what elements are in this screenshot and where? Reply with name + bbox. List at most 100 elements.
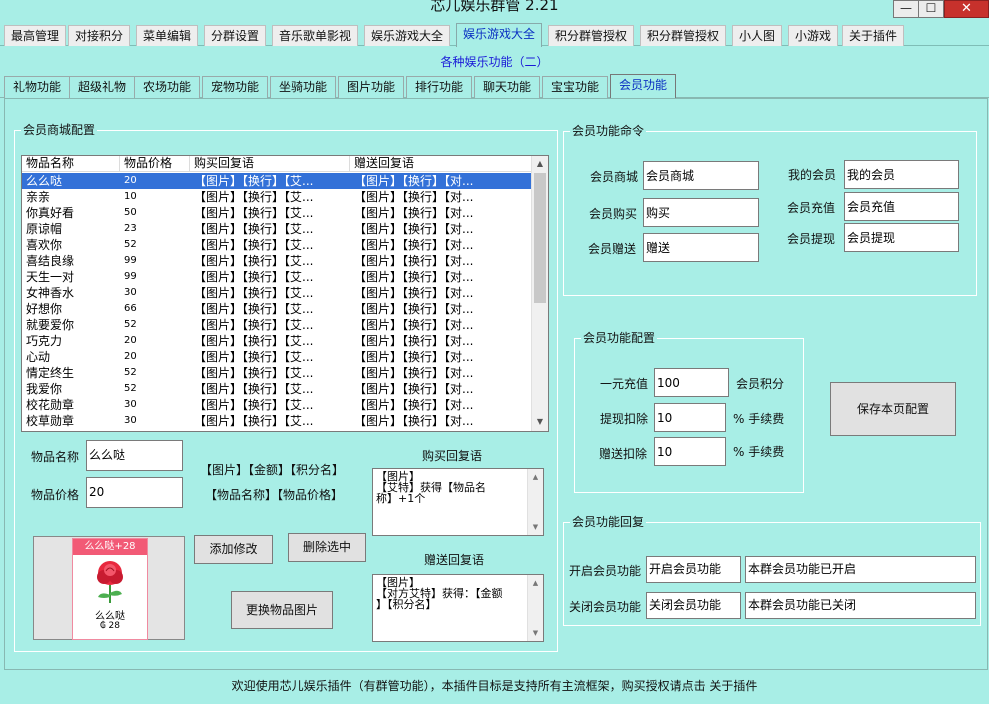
subtab-mount[interactable]: 坐骑功能 [270, 76, 337, 98]
tab-menu-edit[interactable]: 菜单编辑 [136, 25, 199, 46]
table-row[interactable]: 天生一对 99 【图片】【换行】【艾... 【图片】【换行】【对... [22, 269, 532, 285]
minimize-button[interactable]: — [893, 0, 919, 18]
cell-buy-reply: 【图片】【换行】【艾... [194, 398, 314, 412]
cell-item-price: 23 [124, 223, 137, 234]
tab-figure-image[interactable]: 小人图 [732, 25, 783, 46]
subtab-member[interactable]: 会员功能 [610, 74, 677, 98]
cell-buy-reply: 【图片】【换行】【艾... [194, 238, 314, 252]
buy-reply-memo[interactable]: 【图片】 【艾特】获得【物品名 称】+1个 ▲ ▼ [372, 468, 544, 536]
memo-down-icon[interactable]: ▼ [528, 520, 543, 534]
change-image-button[interactable]: 更换物品图片 [231, 591, 333, 629]
maximize-button[interactable]: ☐ [918, 0, 944, 18]
item-list[interactable]: 物品名称 物品价格 购买回复语 赠送回复语 么么哒 20 【图片】【换行】【艾...… [21, 155, 549, 432]
table-row[interactable]: 喜欢你 52 【图片】【换行】【艾... 【图片】【换行】【对... [22, 237, 532, 253]
table-row[interactable]: 亲亲 10 【图片】【换行】【艾... 【图片】【换行】【对... [22, 189, 532, 205]
gift-fee-input[interactable]: 10 [654, 437, 726, 466]
buy-reply-line: 称】+1个 [376, 492, 426, 505]
subtab-gift[interactable]: 礼物功能 [4, 76, 71, 98]
cell-buy-reply: 【图片】【换行】【艾... [194, 206, 314, 220]
subtab-ranking[interactable]: 排行功能 [406, 76, 473, 98]
buy-reply-scrollbar[interactable]: ▲ ▼ [527, 469, 543, 535]
scroll-thumb[interactable] [534, 173, 546, 303]
table-row[interactable]: 你真好看 50 【图片】【换行】【艾... 【图片】【换行】【对... [22, 205, 532, 221]
cmd-buy-input[interactable]: 购买 [643, 198, 759, 227]
table-row[interactable]: 情定终生 52 【图片】【换行】【艾... 【图片】【换行】【对... [22, 365, 532, 381]
subtab-chat[interactable]: 聊天功能 [474, 76, 541, 98]
cell-item-price: 20 [124, 175, 137, 186]
cmd-recharge-input[interactable]: 会员充值 [844, 192, 959, 221]
table-row[interactable]: 原谅帽 23 【图片】【换行】【艾... 【图片】【换行】【对... [22, 221, 532, 237]
table-row[interactable]: 好想你 66 【图片】【换行】【艾... 【图片】【换行】【对... [22, 301, 532, 317]
col-item-name[interactable]: 物品名称 [22, 156, 120, 172]
cell-gift-reply: 【图片】【换行】【对... [354, 366, 474, 380]
table-row[interactable]: 喜结良缘 99 【图片】【换行】【艾... 【图片】【换行】【对... [22, 253, 532, 269]
withdraw-fee-input[interactable]: 10 [654, 403, 726, 432]
col-gift-reply[interactable]: 赠送回复语 [350, 156, 532, 172]
cell-item-price: 52 [124, 319, 137, 330]
cell-gift-reply: 【图片】【换行】【对... [354, 206, 474, 220]
table-row[interactable]: 校草勋章 30 【图片】【换行】【艾... 【图片】【换行】【对... [22, 413, 532, 429]
table-row[interactable]: 女神香水 30 【图片】【换行】【艾... 【图片】【换行】【对... [22, 285, 532, 301]
item-card-price: ₲ 28 [99, 621, 121, 631]
gift-fee-label: 赠送扣除 [599, 447, 648, 461]
subtab-baby[interactable]: 宝宝功能 [542, 76, 609, 98]
item-card: 么么哒+28 么么哒 ₲ 28 [72, 538, 148, 640]
table-row[interactable]: 么么哒 20 【图片】【换行】【艾... 【图片】【换行】【对... [22, 173, 532, 189]
subtab-image[interactable]: 图片功能 [338, 76, 405, 98]
cell-gift-reply: 【图片】【换行】【对... [354, 174, 474, 188]
save-config-button[interactable]: 保存本页配置 [830, 382, 956, 436]
gift-reply-scrollbar[interactable]: ▲ ▼ [527, 575, 543, 641]
tab-points-auth-2[interactable]: 积分群管授权 [640, 25, 727, 46]
cmd-shop-label: 会员商城 [590, 170, 639, 184]
close-member-reply-input[interactable]: 本群会员功能已关闭 [745, 592, 976, 619]
open-member-cmd-input[interactable]: 开启会员功能 [646, 556, 741, 583]
tab-points-link[interactable]: 对接积分 [68, 25, 131, 46]
col-buy-reply[interactable]: 购买回复语 [190, 156, 350, 172]
subtab-super-gift[interactable]: 超级礼物 [69, 76, 136, 98]
cell-item-name: 好想你 [26, 302, 63, 316]
cmd-withdraw-input[interactable]: 会员提现 [844, 223, 959, 252]
scroll-up-icon[interactable]: ▲ [532, 156, 548, 172]
cmd-shop-input[interactable]: 会员商城 [643, 161, 759, 190]
cmd-gift-input[interactable]: 赠送 [643, 233, 759, 262]
memo-down-icon[interactable]: ▼ [528, 626, 543, 640]
col-item-price[interactable]: 物品价格 [120, 156, 190, 172]
tab-music-video[interactable]: 音乐歌单影视 [272, 25, 359, 46]
item-list-scrollbar[interactable]: ▲ ▼ [531, 156, 548, 431]
table-row[interactable]: 校花勋章 30 【图片】【换行】【艾... 【图片】【换行】【对... [22, 397, 532, 413]
cell-item-name: 原谅帽 [26, 222, 63, 236]
memo-up-icon[interactable]: ▲ [528, 576, 543, 590]
tab-mini-games[interactable]: 小游戏 [788, 25, 839, 46]
tab-points-auth-1[interactable]: 积分群管授权 [548, 25, 635, 46]
cmd-my-member-input[interactable]: 我的会员 [844, 160, 959, 189]
tab-top-admin[interactable]: 最高管理 [4, 25, 67, 46]
subtab-farm[interactable]: 农场功能 [134, 76, 201, 98]
cell-item-name: 喜结良缘 [26, 254, 75, 268]
memo-up-icon[interactable]: ▲ [528, 470, 543, 484]
tab-games-1[interactable]: 娱乐游戏大全 [364, 25, 451, 46]
tab-about-plugin[interactable]: 关于插件 [842, 25, 905, 46]
table-row[interactable]: 就要爱你 52 【图片】【换行】【艾... 【图片】【换行】【对... [22, 317, 532, 333]
subtab-pet[interactable]: 宠物功能 [202, 76, 269, 98]
delete-selected-button[interactable]: 删除选中 [288, 533, 366, 562]
tab-group-settings[interactable]: 分群设置 [204, 25, 267, 46]
scroll-down-icon[interactable]: ▼ [532, 414, 548, 430]
cell-item-price: 30 [124, 415, 137, 426]
add-modify-button[interactable]: 添加修改 [194, 535, 273, 564]
close-member-cmd-input[interactable]: 关闭会员功能 [646, 592, 741, 619]
tab-games-2[interactable]: 娱乐游戏大全 [456, 23, 543, 47]
item-price-input[interactable]: 20 [86, 477, 183, 508]
gift-reply-memo[interactable]: 【图片】 【对方艾特】获得：【金额 】【积分名】 ▲ ▼ [372, 574, 544, 642]
cell-item-price: 52 [124, 239, 137, 250]
open-member-reply-input[interactable]: 本群会员功能已开启 [745, 556, 976, 583]
item-name-input[interactable]: 么么哒 [86, 440, 183, 471]
table-row[interactable]: 心动 20 【图片】【换行】【艾... 【图片】【换行】【对... [22, 349, 532, 365]
item-image-preview: 么么哒+28 么么哒 ₲ 28 [33, 536, 185, 640]
table-row[interactable]: 巧克力 20 【图片】【换行】【艾... 【图片】【换行】【对... [22, 333, 532, 349]
recharge-rate-input[interactable]: 100 [654, 368, 729, 397]
cell-item-price: 99 [124, 271, 137, 282]
close-button[interactable]: ✕ [944, 0, 989, 18]
cell-item-name: 么么哒 [26, 174, 63, 188]
cell-gift-reply: 【图片】【换行】【对... [354, 254, 474, 268]
table-row[interactable]: 我爱你 52 【图片】【换行】【艾... 【图片】【换行】【对... [22, 381, 532, 397]
